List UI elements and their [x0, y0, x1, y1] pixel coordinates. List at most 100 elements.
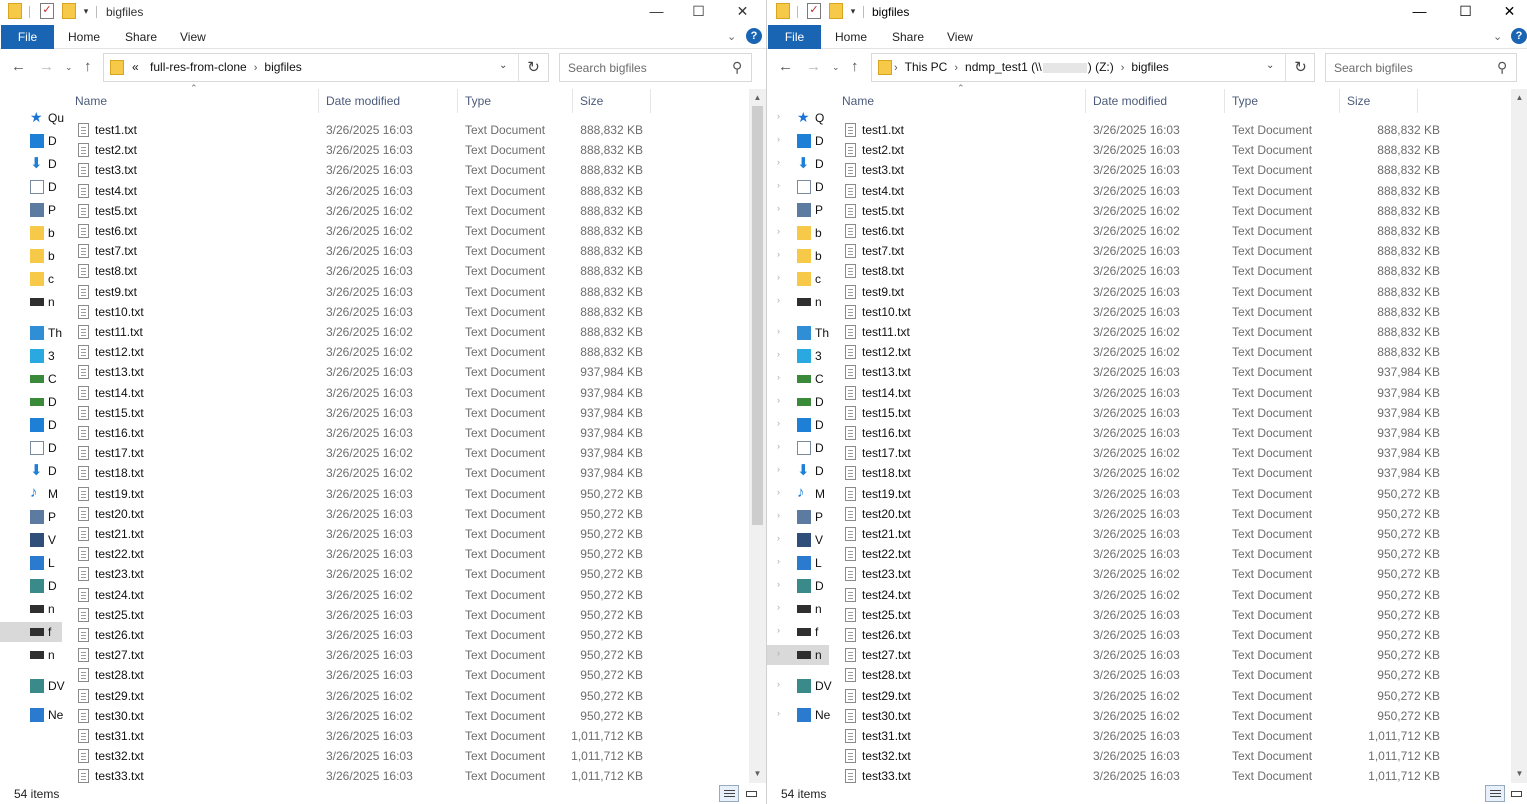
chevron-right-icon[interactable]: › — [777, 372, 780, 382]
minimize-button[interactable]: — — [1397, 0, 1442, 24]
file-row[interactable]: test23.txt 3/26/2025 16:02 Text Document 95… — [840, 564, 1516, 584]
help-icon[interactable]: ? — [746, 28, 762, 44]
tab-share[interactable]: Share — [879, 25, 937, 49]
chevron-right-icon[interactable]: › — [1121, 62, 1125, 74]
file-row[interactable]: test10.txt 3/26/2025 16:03 Text Document 88… — [840, 302, 1516, 322]
nav-pane-item[interactable]: › V — [767, 530, 829, 550]
nav-pane-item[interactable]: D — [0, 177, 62, 197]
forward-button[interactable]: → — [39, 56, 54, 78]
chevron-right-icon[interactable]: › — [254, 62, 258, 74]
file-row[interactable]: test25.txt 3/26/2025 16:03 Text Document 95… — [73, 605, 749, 625]
file-row[interactable]: test1.txt 3/26/2025 16:03 Text Document 888… — [840, 120, 1516, 140]
nav-pane-item[interactable]: P — [0, 200, 62, 220]
breadcrumb-item[interactable]: full-res-from-clone — [150, 60, 247, 74]
back-button[interactable]: ← — [778, 56, 793, 78]
nav-pane-item[interactable]: › b — [767, 246, 829, 266]
nav-pane-item[interactable]: › D — [767, 576, 829, 596]
chevron-right-icon[interactable]: › — [777, 533, 780, 543]
breadcrumb-item[interactable]: bigfiles — [1131, 60, 1168, 74]
chevron-right-icon[interactable]: › — [777, 349, 780, 359]
file-row[interactable]: test2.txt 3/26/2025 16:03 Text Document 888… — [840, 140, 1516, 160]
minimize-button[interactable]: — — [634, 0, 679, 24]
file-row[interactable]: test9.txt 3/26/2025 16:03 Text Document 888… — [840, 282, 1516, 302]
tab-share[interactable]: Share — [112, 25, 170, 49]
column-date-modified[interactable]: Date modified — [320, 89, 458, 113]
file-row[interactable]: test24.txt 3/26/2025 16:02 Text Document 95… — [840, 585, 1516, 605]
chevron-right-icon[interactable]: › — [954, 62, 958, 74]
address-bar[interactable]: › This PC › ndmp_test1 (\\) (Z:) › bigfiles ⌄… — [871, 53, 1315, 82]
new-folder-icon[interactable] — [62, 3, 76, 19]
nav-pane-item[interactable]: f — [0, 622, 62, 642]
chevron-right-icon[interactable]: › — [777, 111, 780, 121]
tab-view[interactable]: View — [934, 25, 986, 49]
file-row[interactable]: test14.txt 3/26/2025 16:03 Text Document 93… — [73, 383, 749, 403]
file-row[interactable]: test22.txt 3/26/2025 16:03 Text Document 95… — [840, 544, 1516, 564]
nav-pane-item[interactable]: ♪ M — [0, 484, 62, 504]
nav-pane-item[interactable]: › D — [767, 415, 829, 435]
nav-pane-item[interactable]: › D — [767, 392, 829, 412]
up-button[interactable]: ↑ — [851, 56, 859, 78]
scrollbar-thumb[interactable] — [1514, 106, 1525, 525]
file-row[interactable]: test17.txt 3/26/2025 16:02 Text Document 93… — [73, 443, 749, 463]
file-row[interactable]: test7.txt 3/26/2025 16:03 Text Document 888… — [840, 241, 1516, 261]
file-row[interactable]: test28.txt 3/26/2025 16:03 Text Document 95… — [73, 665, 749, 685]
file-row[interactable]: test12.txt 3/26/2025 16:02 Text Document 88… — [840, 342, 1516, 362]
nav-pane-item[interactable]: › D — [767, 177, 829, 197]
nav-pane-item[interactable]: 3 — [0, 346, 62, 366]
file-row[interactable]: test12.txt 3/26/2025 16:02 Text Document 88… — [73, 342, 749, 362]
nav-pane-item[interactable]: c — [0, 269, 62, 289]
chevron-right-icon[interactable]: › — [777, 418, 780, 428]
nav-pane-item[interactable]: D — [0, 131, 62, 151]
file-row[interactable]: test18.txt 3/26/2025 16:02 Text Document 93… — [73, 463, 749, 483]
file-row[interactable]: test18.txt 3/26/2025 16:02 Text Document 93… — [840, 463, 1516, 483]
file-row[interactable]: test3.txt 3/26/2025 16:03 Text Document 888… — [840, 160, 1516, 180]
file-row[interactable]: test19.txt 3/26/2025 16:03 Text Document 95… — [840, 484, 1516, 504]
nav-pane-item[interactable]: › n — [767, 645, 829, 665]
file-row[interactable]: test15.txt 3/26/2025 16:03 Text Document 93… — [840, 403, 1516, 423]
nav-pane-item[interactable]: L — [0, 553, 62, 573]
chevron-right-icon[interactable]: › — [777, 625, 780, 635]
tab-file[interactable]: File — [768, 25, 821, 49]
chevron-right-icon[interactable]: › — [777, 708, 780, 718]
details-view-button[interactable] — [719, 785, 739, 802]
address-dropdown-icon[interactable]: ⌄ — [1266, 60, 1274, 71]
nav-pane-item[interactable]: › n — [767, 292, 829, 312]
address-bar[interactable]: « full-res-from-clone › bigfiles ⌄ ↻ — [103, 53, 549, 82]
nav-pane-item[interactable]: n — [0, 292, 62, 312]
nav-pane-item[interactable]: ★ Qu — [0, 108, 64, 128]
scroll-down-icon[interactable]: ▼ — [1511, 765, 1527, 782]
back-button[interactable]: ← — [11, 56, 26, 78]
ribbon-expand-icon[interactable]: ⌄ — [727, 30, 736, 43]
column-date-modified[interactable]: Date modified — [1087, 89, 1225, 113]
file-row[interactable]: test9.txt 3/26/2025 16:03 Text Document 888… — [73, 282, 749, 302]
file-row[interactable]: test15.txt 3/26/2025 16:03 Text Document 93… — [73, 403, 749, 423]
address-dropdown-icon[interactable]: ⌄ — [499, 60, 507, 71]
file-row[interactable]: test14.txt 3/26/2025 16:03 Text Document 93… — [840, 383, 1516, 403]
nav-pane-item[interactable]: › b — [767, 223, 829, 243]
nav-pane-item[interactable]: › D — [767, 438, 829, 458]
details-view-button[interactable] — [1485, 785, 1505, 802]
file-row[interactable]: test21.txt 3/26/2025 16:03 Text Document 95… — [840, 524, 1516, 544]
scroll-down-icon[interactable]: ▼ — [749, 765, 766, 782]
close-button[interactable]: ✕ — [720, 0, 765, 24]
column-size[interactable]: Size — [1341, 89, 1418, 113]
chevron-right-icon[interactable]: › — [777, 203, 780, 213]
vertical-scrollbar[interactable]: ▲ ▼ — [1511, 89, 1527, 783]
file-row[interactable]: test20.txt 3/26/2025 16:03 Text Document 95… — [840, 504, 1516, 524]
chevron-right-icon[interactable]: › — [777, 326, 780, 336]
tab-home[interactable]: Home — [55, 25, 113, 49]
column-size[interactable]: Size — [574, 89, 651, 113]
chevron-right-icon[interactable]: › — [777, 157, 780, 167]
nav-pane-item[interactable]: › Th — [767, 323, 829, 343]
nav-pane-item[interactable]: n — [0, 645, 62, 665]
chevron-right-icon[interactable]: › — [777, 679, 780, 689]
chevron-right-icon[interactable]: › — [777, 249, 780, 259]
scroll-up-icon[interactable]: ▲ — [749, 89, 766, 106]
file-row[interactable]: test2.txt 3/26/2025 16:03 Text Document 888… — [73, 140, 749, 160]
nav-pane-item[interactable]: D — [0, 415, 62, 435]
breadcrumb-overflow[interactable]: « — [132, 60, 139, 74]
file-row[interactable]: test27.txt 3/26/2025 16:03 Text Document 95… — [73, 645, 749, 665]
nav-pane-item[interactable]: V — [0, 530, 62, 550]
nav-pane-item[interactable]: b — [0, 223, 62, 243]
nav-pane-item[interactable]: › P — [767, 507, 829, 527]
